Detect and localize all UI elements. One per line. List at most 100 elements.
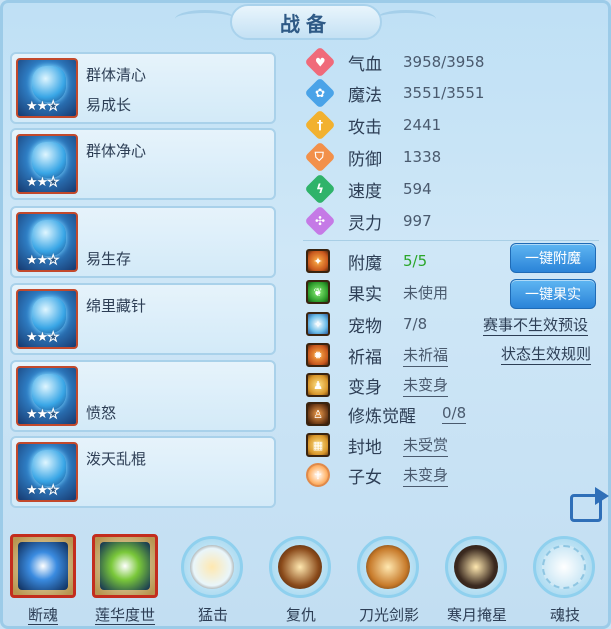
star-empty-icon: ★ bbox=[47, 483, 60, 499]
pet-skill-label: 群体净心 bbox=[86, 142, 147, 160]
star-filled-icon: ★ bbox=[36, 483, 49, 498]
skill-slot[interactable]: 刀光剑影 bbox=[354, 534, 424, 629]
pet-star-rating: ★★★ bbox=[26, 483, 60, 499]
skill-slot[interactable]: 复仇 bbox=[266, 534, 336, 629]
divider bbox=[303, 240, 599, 241]
stat-row: ϟ 速度 594 bbox=[304, 173, 432, 205]
pet-portrait: ★★★ bbox=[16, 58, 78, 118]
stat-row: ✣ 灵力 997 bbox=[304, 205, 432, 237]
stat-value: 1338 bbox=[403, 148, 442, 166]
soul-skill-icon bbox=[542, 545, 586, 589]
star-empty-icon: ★ bbox=[47, 407, 60, 423]
cultivation-value[interactable]: 0/8 bbox=[442, 404, 467, 424]
stat-value: 997 bbox=[403, 212, 432, 230]
stat-label: 魔法 bbox=[348, 85, 382, 106]
enchant-icon: ✦ bbox=[306, 249, 330, 273]
skill-name: 刀光剑影 bbox=[344, 604, 434, 625]
transform-icon: ♟ bbox=[306, 373, 330, 397]
skill-frame bbox=[10, 534, 76, 598]
pet-card[interactable]: ★★★ 愤怒 bbox=[10, 360, 276, 432]
stat-row: ♥ 气血 3958/3958 bbox=[304, 46, 484, 78]
children-label: 子女 bbox=[348, 467, 382, 488]
one-click-enchant-button[interactable]: 一键附魔 bbox=[510, 243, 596, 273]
fruit-value: 未使用 bbox=[403, 283, 449, 302]
pet-card[interactable]: ★★★ 绵里藏针 bbox=[10, 283, 276, 355]
cultivation-label: 修炼觉醒 bbox=[348, 406, 416, 427]
attr-row-enchant[interactable]: ✦ 附魔 5/5 bbox=[306, 247, 427, 275]
attr-row-fruit[interactable]: ❦ 果实 未使用 bbox=[306, 278, 448, 306]
fief-value[interactable]: 未受赏 bbox=[403, 434, 449, 457]
skill-slot[interactable]: 莲华度世 bbox=[90, 534, 160, 629]
skill-slot[interactable]: 断魂 bbox=[8, 534, 78, 629]
attr-row-pet[interactable]: ✧ 宠物 7/8 bbox=[306, 310, 427, 338]
pet-skill-label: 绵里藏针 bbox=[86, 297, 147, 315]
star-empty-icon: ★ bbox=[47, 253, 60, 269]
skill-slot[interactable]: 寒月掩星 bbox=[442, 534, 512, 629]
one-click-fruit-button[interactable]: 一键果实 bbox=[510, 279, 596, 309]
pet-star-rating: ★★★ bbox=[26, 253, 60, 269]
fruit-label: 果实 bbox=[348, 284, 382, 305]
attr-row-transform[interactable]: ♟ 变身 未变身 bbox=[306, 371, 449, 399]
skill-icon bbox=[366, 545, 410, 589]
window-title: 战备 bbox=[280, 11, 332, 36]
star-filled-icon: ★ bbox=[36, 175, 49, 190]
skill-icon bbox=[100, 542, 150, 590]
pet-avatar-icon bbox=[32, 374, 66, 410]
skill-name: 猛击 bbox=[168, 604, 258, 625]
stat-label: 速度 bbox=[348, 181, 382, 202]
star-filled-icon: ★ bbox=[36, 99, 49, 114]
pet-card[interactable]: ★★★ 易生存 bbox=[10, 206, 276, 278]
fief-icon: ▦ bbox=[306, 433, 330, 457]
attr-row-children[interactable]: ☥ 子女 未变身 bbox=[306, 461, 449, 489]
children-value[interactable]: 未变身 bbox=[403, 464, 449, 487]
pet-star-rating: ★★★ bbox=[26, 407, 60, 423]
stat-label: 气血 bbox=[348, 54, 382, 75]
shield-icon: ⛉ bbox=[304, 141, 336, 173]
skill-name-text: 魂技 bbox=[549, 606, 580, 624]
pet-avatar-icon bbox=[32, 450, 66, 486]
skill-icon bbox=[278, 545, 322, 589]
transform-value[interactable]: 未变身 bbox=[403, 374, 449, 397]
skill-name-text: 寒月掩星 bbox=[446, 606, 507, 624]
pet-card[interactable]: ★★★ 群体净心 bbox=[10, 128, 276, 200]
status-rules-link[interactable]: 状态生效规则 bbox=[501, 343, 592, 365]
blessing-value[interactable]: 未祈福 bbox=[403, 344, 449, 367]
pet-avatar-icon bbox=[32, 297, 66, 333]
spirit-icon: ✣ bbox=[304, 205, 336, 237]
magic-icon: ✿ bbox=[304, 77, 336, 109]
star-filled-icon: ★ bbox=[26, 253, 38, 268]
pet-skill-label: 泼天乱棍 bbox=[86, 450, 147, 468]
star-filled-icon: ★ bbox=[36, 407, 49, 422]
pet-card[interactable]: ★★★ 群体清心 易成长 bbox=[10, 52, 276, 124]
skill-name: 魂技 bbox=[520, 604, 610, 625]
stat-value: 3551/3551 bbox=[403, 84, 485, 102]
skill-icon bbox=[18, 542, 68, 590]
stat-label: 攻击 bbox=[348, 117, 382, 138]
enchant-label: 附魔 bbox=[348, 253, 382, 274]
pet-card[interactable]: ★★★ 泼天乱棍 bbox=[10, 436, 276, 508]
skill-name-text: 刀光剑影 bbox=[358, 606, 419, 624]
pet-portrait: ★★★ bbox=[16, 442, 78, 502]
attr-row-fief[interactable]: ▦ 封地 未受赏 bbox=[306, 431, 449, 459]
sword-icon: † bbox=[304, 109, 336, 141]
transform-label: 变身 bbox=[348, 377, 382, 398]
pet-avatar-icon bbox=[32, 142, 66, 178]
pet-portrait: ★★★ bbox=[16, 366, 78, 426]
event-preset-link[interactable]: 赛事不生效预设 bbox=[483, 314, 589, 336]
attr-row-blessing[interactable]: ✹ 祈福 未祈福 bbox=[306, 341, 449, 369]
share-icon[interactable] bbox=[570, 487, 609, 522]
stat-label: 灵力 bbox=[348, 213, 382, 234]
pet-trait-label: 易成长 bbox=[86, 96, 132, 114]
skill-name-text: 猛击 bbox=[197, 606, 228, 624]
skill-frame bbox=[357, 536, 419, 598]
window-title-bar: 战备 bbox=[230, 4, 382, 40]
star-filled-icon: ★ bbox=[26, 330, 38, 345]
skill-slot[interactable]: 魂技 bbox=[530, 534, 600, 629]
star-filled-icon: ★ bbox=[36, 253, 49, 268]
skill-slot[interactable]: 猛击 bbox=[178, 534, 248, 629]
attr-row-cultivation[interactable]: ♙ 修炼觉醒 0/8 bbox=[306, 400, 467, 428]
pet-portrait: ★★★ bbox=[16, 134, 78, 194]
pet-portrait: ★★★ bbox=[16, 212, 78, 272]
pet-portrait: ★★★ bbox=[16, 289, 78, 349]
cultivation-icon: ♙ bbox=[306, 402, 330, 426]
